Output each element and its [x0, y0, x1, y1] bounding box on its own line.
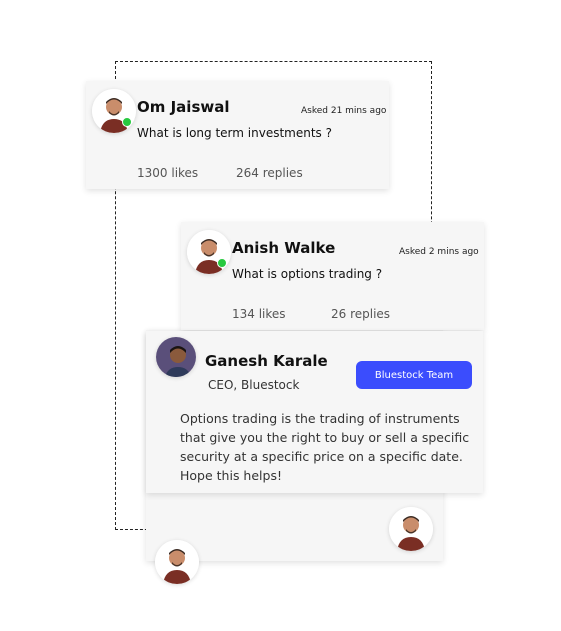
likes-count[interactable]: 1300 likes: [137, 166, 198, 180]
question-text[interactable]: What is long term investments ?: [137, 126, 332, 140]
answer-line: Options trading is the trading of instru…: [180, 411, 460, 426]
question-text[interactable]: What is options trading ?: [232, 267, 382, 281]
avatar: [155, 540, 199, 584]
author-role: CEO, Bluestock: [208, 378, 300, 392]
question-author: Om Jaiswal: [137, 98, 230, 116]
question-card-1[interactable]: Om Jaiswal Asked 21 mins ago What is lon…: [86, 81, 389, 189]
online-status-dot: [122, 117, 132, 127]
online-status-dot: [217, 258, 227, 268]
answer-card[interactable]: Ganesh Karale CEO, Bluestock Bluestock T…: [146, 331, 483, 493]
answer-line: Hope this helps!: [180, 468, 282, 483]
answer-line: security at a specific price on a specif…: [180, 449, 463, 464]
team-badge-button[interactable]: Bluestock Team: [356, 361, 472, 389]
answer-author: Ganesh Karale: [205, 352, 328, 370]
answer-text: Options trading is the trading of instru…: [180, 409, 469, 485]
asked-time: Asked 2 mins ago: [399, 247, 479, 257]
avatar: [389, 507, 433, 551]
asked-time: Asked 21 mins ago: [301, 106, 387, 116]
likes-count[interactable]: 134 likes: [232, 307, 286, 321]
replies-count[interactable]: 26 replies: [331, 307, 390, 321]
question-author: Anish Walke: [232, 239, 336, 257]
avatar: [156, 337, 196, 377]
answer-line: that give you the right to buy or sell a…: [180, 430, 470, 445]
replies-count[interactable]: 264 replies: [236, 166, 303, 180]
question-card-2[interactable]: Anish Walke Asked 2 mins ago What is opt…: [181, 222, 484, 330]
